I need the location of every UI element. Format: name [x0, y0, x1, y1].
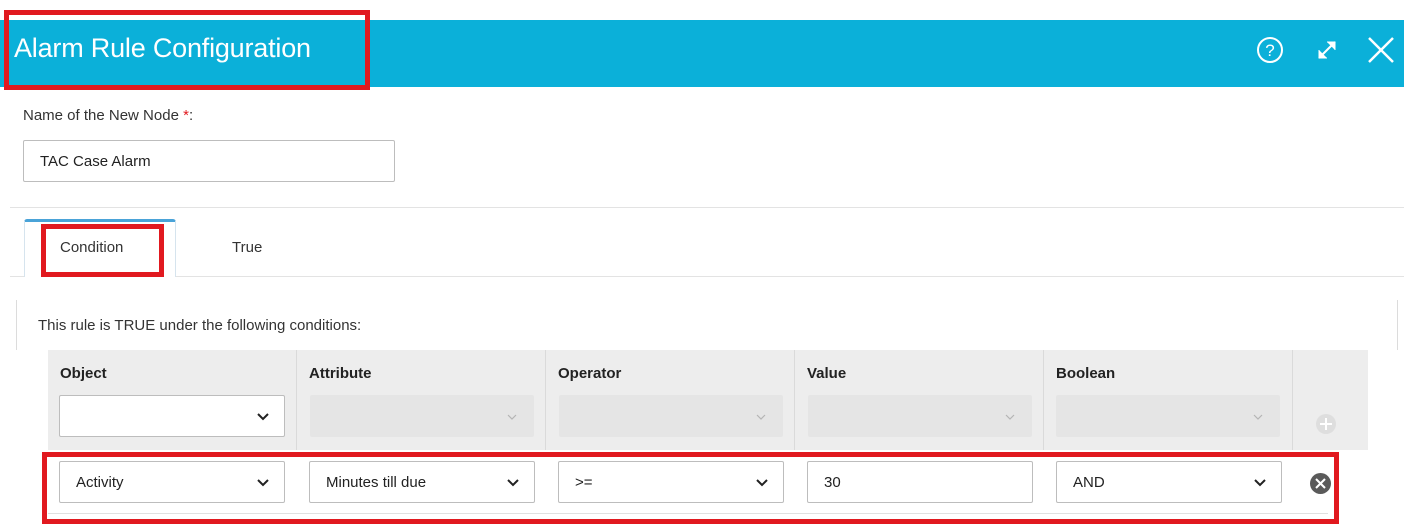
column-separator	[296, 350, 297, 450]
new-operator-select	[559, 395, 783, 437]
new-value-select	[808, 395, 1032, 437]
new-boolean-select	[1056, 395, 1280, 437]
add-condition-icon[interactable]	[1316, 414, 1336, 434]
column-separator	[1292, 350, 1293, 450]
new-attribute-select	[310, 395, 534, 437]
column-separator	[1043, 350, 1044, 450]
column-header-value: Value	[807, 365, 847, 382]
node-name-input[interactable]	[23, 140, 395, 182]
svg-text:?: ?	[1265, 41, 1274, 60]
chevron-down-icon	[1005, 414, 1015, 420]
tabs-divider-top	[10, 207, 1404, 208]
name-label-text: Name of the New Node	[23, 107, 179, 124]
expand-icon[interactable]	[1307, 30, 1347, 70]
chevron-down-icon	[1253, 414, 1263, 420]
column-separator	[545, 350, 546, 450]
new-object-select[interactable]	[59, 395, 285, 437]
help-icon[interactable]: ?	[1250, 30, 1290, 70]
close-icon[interactable]	[1360, 30, 1400, 70]
label-colon: :	[188, 107, 194, 124]
column-header-boolean: Boolean	[1056, 365, 1116, 382]
name-field-label: Name of the New Node *:	[23, 107, 193, 124]
chevron-down-icon	[257, 413, 269, 421]
chevron-down-icon	[507, 414, 517, 420]
column-separator	[794, 350, 795, 450]
chevron-down-icon	[756, 414, 766, 420]
tabs-divider-bottom	[10, 276, 1404, 277]
column-header-attribute: Attribute	[309, 365, 372, 382]
rule-intro-text: This rule is TRUE under the following co…	[38, 317, 362, 334]
column-header-operator: Operator	[558, 365, 622, 382]
panel-border-left	[16, 300, 17, 350]
tab-true[interactable]: True	[232, 239, 262, 256]
panel-border-right	[1397, 300, 1398, 350]
title-highlight-box	[4, 10, 370, 90]
condition-row-highlight-box	[42, 452, 1339, 524]
condition-tab-highlight-box	[41, 224, 164, 277]
column-header-object: Object	[60, 365, 107, 382]
